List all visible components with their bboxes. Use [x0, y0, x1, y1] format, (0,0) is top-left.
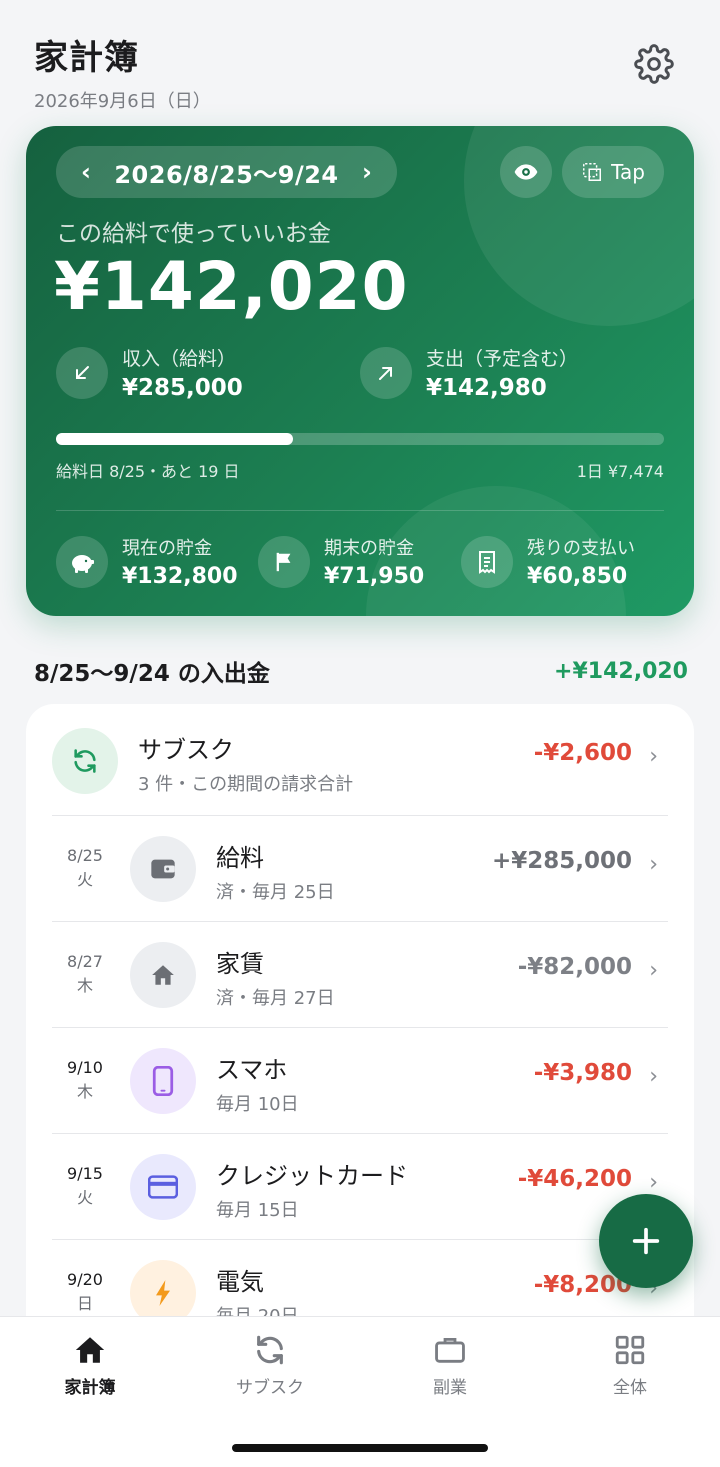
expense-value: ¥142,980	[426, 375, 547, 401]
item-name: クレジットカード	[216, 1162, 408, 1190]
period-progress-bar	[56, 433, 664, 445]
item-date: 9/15 火	[67, 1164, 103, 1207]
next-period-chevron-right-icon[interactable]: ›	[357, 158, 377, 186]
settings-gear-icon[interactable]	[634, 44, 674, 84]
plus-icon	[632, 1227, 660, 1255]
list-item-credit-card[interactable]: 9/15 火 クレジットカード 毎月 15日 -¥46,200 ›	[52, 1134, 668, 1240]
budget-label: この給料で使っていいお金	[56, 221, 331, 247]
section-title: 8/25〜9/24 の入出金	[34, 661, 270, 687]
arrow-down-left-icon	[56, 346, 108, 399]
briefcase-icon	[435, 1337, 465, 1363]
tab-label: 家計簿	[64, 1378, 116, 1398]
stat-label: 現在の貯金	[122, 538, 212, 559]
transactions-list: サブスク 3 件・この期間の請求合計 -¥2,600 › 8/25 火 給料 済・…	[26, 704, 694, 1344]
list-item-salary[interactable]: 8/25 火 給料 済・毎月 25日 +¥285,000 ›	[52, 816, 668, 922]
stat-current-savings: 現在の貯金 ¥132,800	[56, 534, 238, 589]
item-amount: -¥2,600	[533, 740, 632, 766]
item-date: 8/27 木	[67, 952, 103, 995]
tab-subscription[interactable]: サブスク	[210, 1333, 330, 1398]
expense-label: 支出（予定含む）	[426, 348, 579, 370]
flag-icon	[258, 535, 310, 588]
stat-label: 残りの支払い	[527, 538, 635, 559]
credit-card-icon	[130, 1154, 196, 1220]
stat-value: ¥60,850	[527, 564, 628, 589]
tap-button[interactable]: Tap	[562, 146, 664, 198]
budget-amount: ¥142,020	[54, 248, 409, 325]
item-sub: 済・毎月 25日	[216, 882, 335, 903]
tab-side-job[interactable]: 副業	[390, 1333, 510, 1398]
toggle-visibility-button[interactable]	[500, 146, 552, 198]
tab-label: サブスク	[236, 1378, 304, 1398]
item-name: 家賃	[216, 950, 264, 978]
item-name: 電気	[216, 1268, 264, 1296]
piggy-bank-icon	[56, 535, 108, 588]
tap-label: Tap	[611, 160, 645, 184]
item-date: 9/10 木	[67, 1058, 103, 1101]
item-amount: +¥285,000	[491, 848, 632, 874]
payday-text: 給料日 8/25・あと 19 日	[56, 462, 240, 481]
period-label: 2026/8/25〜9/24	[114, 160, 339, 189]
item-name: スマホ	[216, 1056, 288, 1084]
list-item-subscription[interactable]: サブスク 3 件・この期間の請求合計 -¥2,600 ›	[52, 708, 668, 814]
item-sub: 毎月 10日	[216, 1094, 299, 1115]
refresh-icon	[52, 728, 118, 794]
home-indicator	[232, 1444, 488, 1452]
prev-period-chevron-left-icon[interactable]: ‹	[76, 158, 96, 186]
list-item-rent[interactable]: 8/27 木 家賃 済・毎月 27日 -¥82,000 ›	[52, 922, 668, 1028]
daily-allowance: 1日 ¥7,474	[576, 462, 664, 481]
item-amount: -¥3,980	[533, 1060, 632, 1086]
current-date: 2026年9月6日（日）	[34, 91, 211, 112]
expense-summary: 支出（予定含む） ¥142,980	[360, 344, 578, 401]
header: 家計簿 2026年9月6日（日）	[34, 30, 211, 113]
chevron-right-icon: ›	[649, 852, 658, 877]
receipt-icon	[461, 535, 513, 588]
item-sub: 毎月 15日	[216, 1200, 299, 1221]
tab-overview[interactable]: 全体	[570, 1333, 690, 1398]
stat-value: ¥71,950	[324, 564, 425, 589]
stat-remaining-payments: 残りの支払い ¥60,850	[461, 534, 635, 589]
item-sub: 済・毎月 27日	[216, 988, 335, 1009]
income-summary: 収入（給料） ¥285,000	[56, 344, 243, 401]
refresh-icon	[257, 1335, 283, 1365]
chevron-right-icon: ›	[649, 958, 658, 983]
list-item-phone[interactable]: 9/10 木 スマホ 毎月 10日 -¥3,980 ›	[52, 1028, 668, 1134]
item-name: 給料	[216, 844, 264, 872]
income-value: ¥285,000	[122, 375, 243, 401]
income-label: 収入（給料）	[122, 348, 237, 370]
budget-summary-card: ‹ 2026/8/25〜9/24 › Tap この給料で使っていいお金 ¥142…	[26, 126, 694, 616]
home-icon	[75, 1337, 105, 1363]
stat-value: ¥132,800	[122, 564, 238, 589]
tap-select-icon	[583, 163, 602, 181]
chevron-right-icon: ›	[649, 744, 658, 769]
divider	[56, 510, 664, 511]
item-date: 8/25 火	[67, 846, 103, 889]
eye-icon	[514, 164, 538, 180]
phone-icon	[130, 1048, 196, 1114]
period-selector: ‹ 2026/8/25〜9/24 ›	[56, 146, 397, 198]
page-title: 家計簿	[34, 38, 139, 78]
item-amount: -¥46,200	[517, 1166, 632, 1192]
tab-label: 全体	[613, 1378, 647, 1398]
section-total: +¥142,020	[554, 658, 688, 684]
arrow-up-right-icon	[360, 346, 412, 399]
tab-label: 副業	[433, 1378, 467, 1398]
add-transaction-button[interactable]	[599, 1194, 693, 1288]
chevron-right-icon: ›	[649, 1064, 658, 1089]
transactions-section-header: 8/25〜9/24 の入出金 +¥142,020	[34, 654, 688, 688]
item-sub: 3 件・この期間の請求合計	[138, 774, 354, 795]
item-amount: -¥82,000	[517, 954, 632, 980]
home-icon	[130, 942, 196, 1008]
item-name: サブスク	[138, 736, 234, 764]
wallet-icon	[130, 836, 196, 902]
progress-fill	[56, 433, 294, 445]
tab-kakeibo[interactable]: 家計簿	[30, 1333, 150, 1398]
grid-icon	[615, 1335, 645, 1365]
item-date: 9/20 日	[67, 1270, 103, 1313]
stat-label: 期末の貯金	[324, 538, 414, 559]
stat-end-savings: 期末の貯金 ¥71,950	[258, 534, 424, 589]
chevron-right-icon: ›	[649, 1170, 658, 1195]
